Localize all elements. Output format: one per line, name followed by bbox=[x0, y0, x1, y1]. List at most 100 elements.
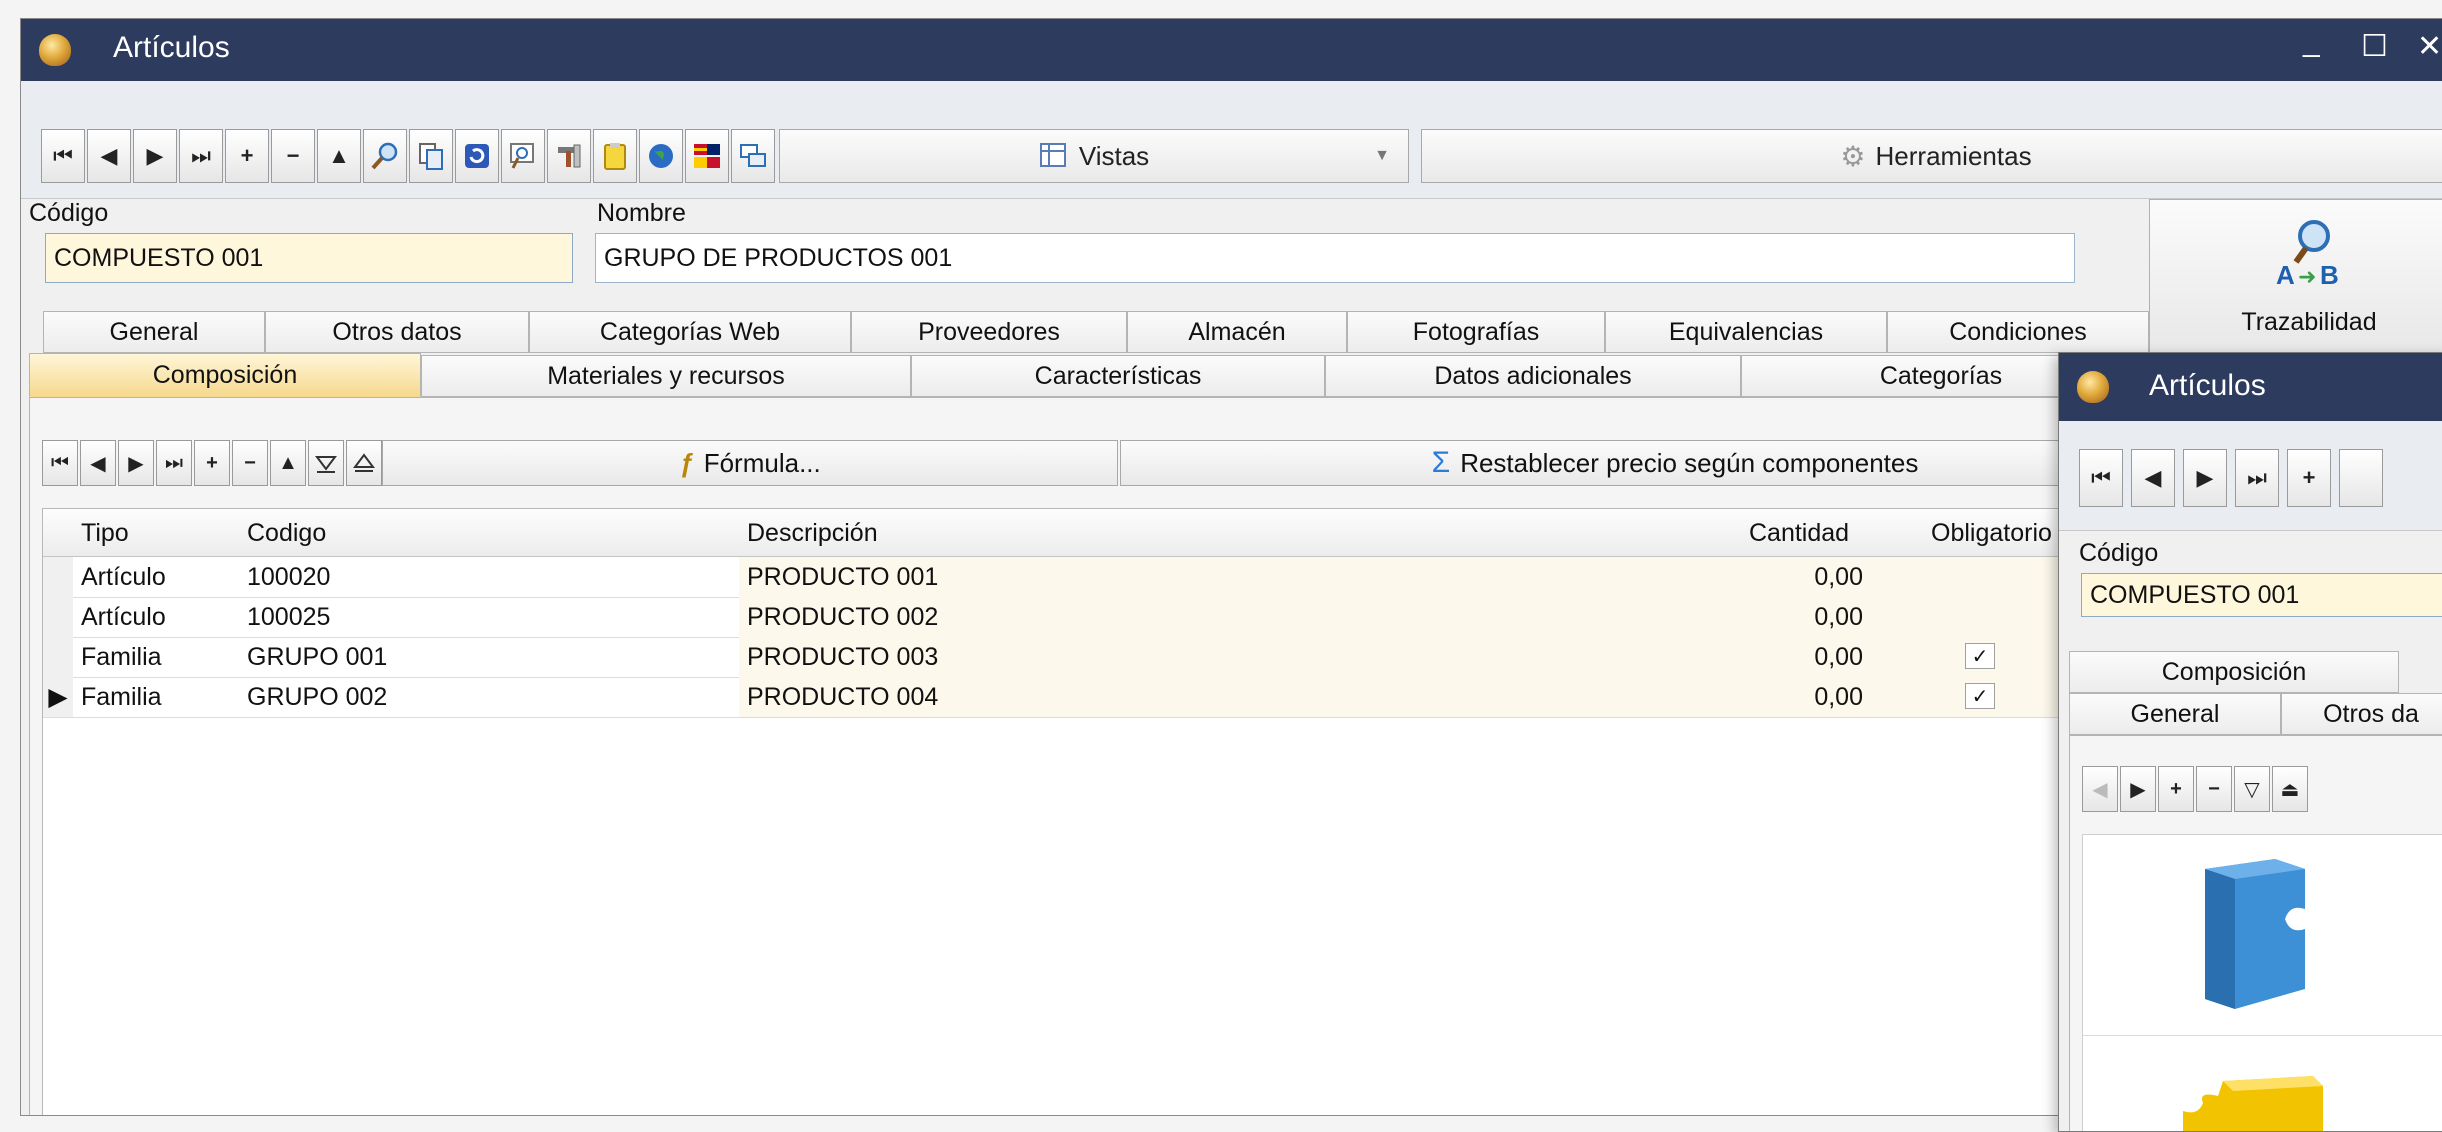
search-button[interactable] bbox=[363, 129, 407, 183]
close-button[interactable]: ✕ bbox=[2417, 29, 2442, 64]
codigo-field-secondary[interactable]: COMPUESTO 001 bbox=[2081, 573, 2442, 617]
add-button-secondary[interactable]: + bbox=[2158, 766, 2194, 812]
last-row-button[interactable]: ⏭ bbox=[156, 440, 192, 486]
delete-button-secondary[interactable]: − bbox=[2196, 766, 2232, 812]
cell-tipo[interactable]: Artículo bbox=[81, 557, 166, 597]
cell-cantidad[interactable]: 0,00 bbox=[1743, 637, 1863, 677]
cell-descripcion[interactable]: PRODUCTO 001 bbox=[747, 557, 938, 597]
up-button[interactable]: ▲ bbox=[317, 129, 361, 183]
tab-otros-datos-secondary[interactable]: Otros da bbox=[2281, 693, 2442, 735]
tab-otros-datos[interactable]: Otros datos bbox=[265, 311, 529, 353]
cell-descripcion[interactable]: PRODUCTO 004 bbox=[747, 677, 938, 717]
column-header-obligatorio[interactable]: Obligatorio bbox=[1931, 509, 2052, 557]
cell-codigo[interactable]: 100025 bbox=[247, 597, 330, 637]
flags-button[interactable] bbox=[685, 129, 729, 183]
copy-button[interactable] bbox=[409, 129, 453, 183]
next-button-secondary[interactable]: ▶ bbox=[2120, 766, 2156, 812]
trazabilidad-button[interactable]: A ➜ B Trazabilidad bbox=[2149, 199, 2442, 369]
nombre-field[interactable]: GRUPO DE PRODUCTOS 001 bbox=[595, 233, 2075, 283]
grid-header: Tipo Codigo Descripción Cantidad Obligat… bbox=[43, 509, 2223, 557]
herramientas-dropdown[interactable]: ⚙ Herramientas bbox=[1421, 129, 2442, 183]
codigo-field[interactable]: COMPUESTO 001 bbox=[45, 233, 573, 283]
cell-codigo[interactable]: GRUPO 002 bbox=[247, 677, 387, 717]
cell-tipo[interactable]: Familia bbox=[81, 637, 162, 677]
description-cell-background bbox=[739, 637, 2139, 677]
table-row[interactable]: Artículo 100025 PRODUCTO 002 0,00 bbox=[43, 597, 2223, 638]
delete-row-button[interactable]: − bbox=[232, 440, 268, 486]
tab-materiales-recursos[interactable]: Materiales y recursos bbox=[421, 355, 911, 397]
prev-record-button[interactable]: ◀ bbox=[87, 129, 131, 183]
collapse-button-secondary[interactable]: ▽ bbox=[2234, 766, 2270, 812]
tab-composicion[interactable]: Composición bbox=[29, 353, 421, 397]
first-record-button[interactable]: ⏮ bbox=[41, 129, 85, 183]
eject-button-secondary[interactable]: ⏏ bbox=[2272, 766, 2308, 812]
cell-codigo[interactable]: 100020 bbox=[247, 557, 330, 597]
first-row-button[interactable]: ⏮ bbox=[42, 440, 78, 486]
current-row-indicator[interactable]: ▶ bbox=[43, 677, 73, 717]
tab-proveedores[interactable]: Proveedores bbox=[851, 311, 1127, 353]
first-record-button-secondary[interactable]: ⏮ bbox=[2079, 449, 2123, 507]
add-record-button[interactable]: + bbox=[225, 129, 269, 183]
tab-fotografias[interactable]: Fotografías bbox=[1347, 311, 1605, 353]
window-title: Artículos bbox=[113, 31, 230, 64]
next-record-button[interactable]: ▶ bbox=[133, 129, 177, 183]
cell-descripcion[interactable]: PRODUCTO 002 bbox=[747, 597, 938, 637]
cell-cantidad[interactable]: 0,00 bbox=[1743, 557, 1863, 597]
tab-almacen[interactable]: Almacén bbox=[1127, 311, 1347, 353]
cell-cantidad[interactable]: 0,00 bbox=[1743, 597, 1863, 637]
prev-row-button[interactable]: ◀ bbox=[80, 440, 116, 486]
next-record-button-secondary[interactable]: ▶ bbox=[2183, 449, 2227, 507]
prev-button-secondary[interactable]: ◀ bbox=[2082, 766, 2118, 812]
eject-button[interactable] bbox=[346, 440, 382, 486]
last-record-button[interactable]: ⏭ bbox=[179, 129, 223, 183]
tab-condiciones[interactable]: Condiciones bbox=[1887, 311, 2149, 353]
cell-tipo[interactable]: Familia bbox=[81, 677, 162, 717]
tab-composicion-secondary[interactable]: Composición bbox=[2069, 651, 2399, 693]
maximize-button[interactable]: ☐ bbox=[2361, 29, 2388, 64]
tab-caracteristicas[interactable]: Características bbox=[911, 355, 1325, 397]
cell-descripcion[interactable]: PRODUCTO 003 bbox=[747, 637, 938, 677]
tab-categorias-web[interactable]: Categorías Web bbox=[529, 311, 851, 353]
tab-general[interactable]: General bbox=[43, 311, 265, 353]
cell-codigo[interactable]: GRUPO 001 bbox=[247, 637, 387, 677]
tools-button[interactable] bbox=[547, 129, 591, 183]
minimize-button[interactable]: _ bbox=[2303, 25, 2320, 59]
table-row[interactable]: Familia GRUPO 001 PRODUCTO 003 0,00 ✓ bbox=[43, 637, 2223, 678]
next-row-button[interactable]: ▶ bbox=[118, 440, 154, 486]
table-row[interactable]: ▶ Familia GRUPO 002 PRODUCTO 004 0,00 ✓ bbox=[43, 677, 2223, 718]
cell-cantidad[interactable]: 0,00 bbox=[1743, 677, 1863, 717]
column-header-codigo[interactable]: Codigo bbox=[247, 509, 326, 557]
blue-puzzle-icon bbox=[2205, 859, 2305, 1009]
prev-record-button-secondary[interactable]: ◀ bbox=[2131, 449, 2175, 507]
obligatorio-checkbox[interactable]: ✓ bbox=[1965, 683, 1995, 709]
obligatorio-checkbox[interactable]: ✓ bbox=[1965, 643, 1995, 669]
cell-tipo[interactable]: Artículo bbox=[81, 597, 166, 637]
row-selector[interactable] bbox=[43, 557, 73, 597]
tab-equivalencias[interactable]: Equivalencias bbox=[1605, 311, 1887, 353]
table-row[interactable]: Artículo 100020 PRODUCTO 001 0,00 bbox=[43, 557, 2223, 598]
last-record-button-secondary[interactable]: ⏭ bbox=[2235, 449, 2279, 507]
toolbar-button-secondary[interactable] bbox=[2339, 449, 2383, 507]
clipboard-button[interactable] bbox=[593, 129, 637, 183]
tab-general-secondary[interactable]: General bbox=[2069, 693, 2281, 735]
row-selector[interactable] bbox=[43, 637, 73, 677]
collapse-button[interactable] bbox=[308, 440, 344, 486]
eject-icon bbox=[353, 453, 375, 472]
zoom-button[interactable] bbox=[501, 129, 545, 183]
move-up-button[interactable]: ▲ bbox=[270, 440, 306, 486]
vistas-dropdown[interactable]: Vistas ▼ bbox=[779, 129, 1409, 183]
formula-button[interactable]: ƒ Fórmula... bbox=[382, 440, 1118, 486]
add-record-button-secondary[interactable]: + bbox=[2287, 449, 2331, 507]
row-selector[interactable] bbox=[43, 597, 73, 637]
column-header-tipo[interactable]: Tipo bbox=[81, 509, 129, 557]
column-header-descripcion[interactable]: Descripción bbox=[747, 509, 878, 557]
column-header-cantidad[interactable]: Cantidad bbox=[1749, 509, 1849, 557]
list-divider bbox=[2083, 1035, 2442, 1036]
windows-button[interactable] bbox=[731, 129, 775, 183]
chevron-down-icon: ▼ bbox=[1374, 147, 1390, 164]
globe-button[interactable] bbox=[639, 129, 683, 183]
tab-datos-adicionales[interactable]: Datos adicionales bbox=[1325, 355, 1741, 397]
add-row-button[interactable]: + bbox=[194, 440, 230, 486]
delete-record-button[interactable]: − bbox=[271, 129, 315, 183]
refresh-button[interactable] bbox=[455, 129, 499, 183]
